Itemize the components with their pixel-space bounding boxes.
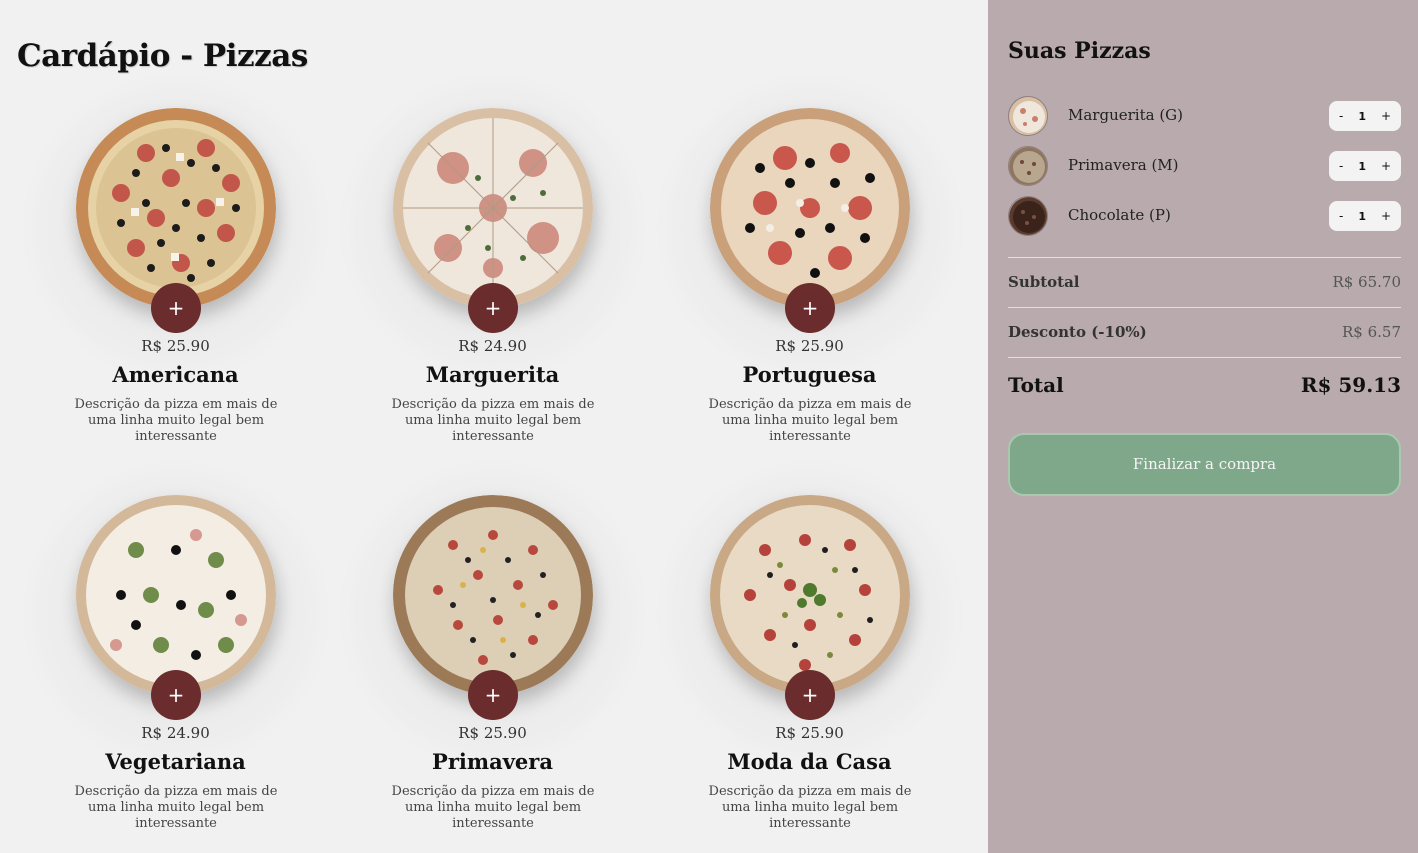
quantity-stepper: - 1 +	[1329, 201, 1401, 231]
cart-item-name: Marguerita (G)	[1068, 106, 1184, 124]
pizza-description: Descrição da pizza em mais de uma linha …	[708, 397, 912, 444]
pizza-card: + R$ 25.90 Primavera Descrição da pizza …	[334, 461, 651, 853]
divider	[1008, 307, 1401, 308]
pizza-image	[710, 108, 910, 308]
checkout-button[interactable]: Finalizar a compra	[1008, 433, 1401, 496]
quantity-value: 1	[1358, 159, 1366, 173]
cart-item-name: Primavera (M)	[1068, 156, 1179, 174]
pizza-price: R$ 25.90	[141, 337, 210, 355]
subtotal-label: Subtotal	[1008, 273, 1080, 291]
pizza-name: Vegetariana	[105, 749, 246, 774]
pizza-name: Moda da Casa	[727, 749, 892, 774]
pizza-price: R$ 25.90	[775, 337, 844, 355]
pizza-name: Marguerita	[425, 362, 560, 387]
quantity-stepper: - 1 +	[1329, 101, 1401, 131]
menu-panel: Cardápio - Pizzas + R$ 25.90 Americana D…	[0, 0, 988, 853]
total-row: Total R$ 59.13	[1008, 373, 1401, 397]
add-pizza-button[interactable]: +	[468, 283, 518, 333]
total-value: R$ 59.13	[1300, 373, 1401, 397]
cart-item: Marguerita (G) - 1 +	[1008, 96, 1401, 136]
cart-item: Primavera (M) - 1 +	[1008, 146, 1401, 186]
pizza-image	[76, 495, 276, 695]
pizza-card: + R$ 25.90 Americana Descrição da pizza …	[17, 74, 334, 477]
divider	[1008, 357, 1401, 358]
pizza-description: Descrição da pizza em mais de uma linha …	[74, 397, 278, 444]
pizza-description: Descrição da pizza em mais de uma linha …	[708, 784, 912, 831]
quantity-stepper: - 1 +	[1329, 151, 1401, 181]
pizza-name: Portuguesa	[742, 362, 877, 387]
increase-quantity-button[interactable]: +	[1381, 109, 1391, 123]
cart-sidebar: Suas Pizzas Marguerita (G) - 1 + Primave…	[988, 0, 1418, 853]
cart-item-name: Chocolate (P)	[1068, 206, 1171, 224]
add-pizza-button[interactable]: +	[151, 670, 201, 720]
pizza-price: R$ 24.90	[458, 337, 527, 355]
pizza-description: Descrição da pizza em mais de uma linha …	[391, 397, 595, 444]
pizza-image	[393, 495, 593, 695]
page-title: Cardápio - Pizzas	[17, 38, 308, 74]
increase-quantity-button[interactable]: +	[1381, 159, 1391, 173]
pizza-name: Americana	[112, 362, 239, 387]
pizza-image	[76, 108, 276, 308]
pizza-description: Descrição da pizza em mais de uma linha …	[74, 784, 278, 831]
pizza-grid: + R$ 25.90 Americana Descrição da pizza …	[17, 74, 968, 853]
pizza-image	[710, 495, 910, 695]
pizza-card: + R$ 24.90 Marguerita Descrição da pizza…	[334, 74, 651, 477]
pizza-card: + R$ 24.90 Vegetariana Descrição da pizz…	[17, 461, 334, 853]
cart-item-thumbnail	[1008, 196, 1048, 236]
cart-item: Chocolate (P) - 1 +	[1008, 196, 1401, 236]
decrease-quantity-button[interactable]: -	[1339, 109, 1343, 123]
discount-value: R$ 6.57	[1341, 323, 1401, 341]
add-pizza-button[interactable]: +	[151, 283, 201, 333]
pizza-price: R$ 24.90	[141, 724, 210, 742]
decrease-quantity-button[interactable]: -	[1339, 209, 1343, 223]
add-pizza-button[interactable]: +	[468, 670, 518, 720]
quantity-value: 1	[1358, 109, 1366, 123]
pizza-price: R$ 25.90	[775, 724, 844, 742]
increase-quantity-button[interactable]: +	[1381, 209, 1391, 223]
cart-title: Suas Pizzas	[1008, 38, 1151, 64]
pizza-card: + R$ 25.90 Portuguesa Descrição da pizza…	[651, 74, 968, 477]
pizza-description: Descrição da pizza em mais de uma linha …	[391, 784, 595, 831]
cart-item-thumbnail	[1008, 146, 1048, 186]
pizza-price: R$ 25.90	[458, 724, 527, 742]
pizza-image	[393, 108, 593, 308]
pizza-card: + R$ 25.90 Moda da Casa Descrição da piz…	[651, 461, 968, 853]
divider	[1008, 257, 1401, 258]
discount-label: Desconto (-10%)	[1008, 323, 1147, 341]
subtotal-row: Subtotal R$ 65.70	[1008, 273, 1401, 291]
add-pizza-button[interactable]: +	[785, 670, 835, 720]
subtotal-value: R$ 65.70	[1332, 273, 1401, 291]
cart-item-thumbnail	[1008, 96, 1048, 136]
pizza-name: Primavera	[432, 749, 553, 774]
quantity-value: 1	[1358, 209, 1366, 223]
add-pizza-button[interactable]: +	[785, 283, 835, 333]
total-label: Total	[1008, 373, 1064, 397]
decrease-quantity-button[interactable]: -	[1339, 159, 1343, 173]
discount-row: Desconto (-10%) R$ 6.57	[1008, 323, 1401, 341]
